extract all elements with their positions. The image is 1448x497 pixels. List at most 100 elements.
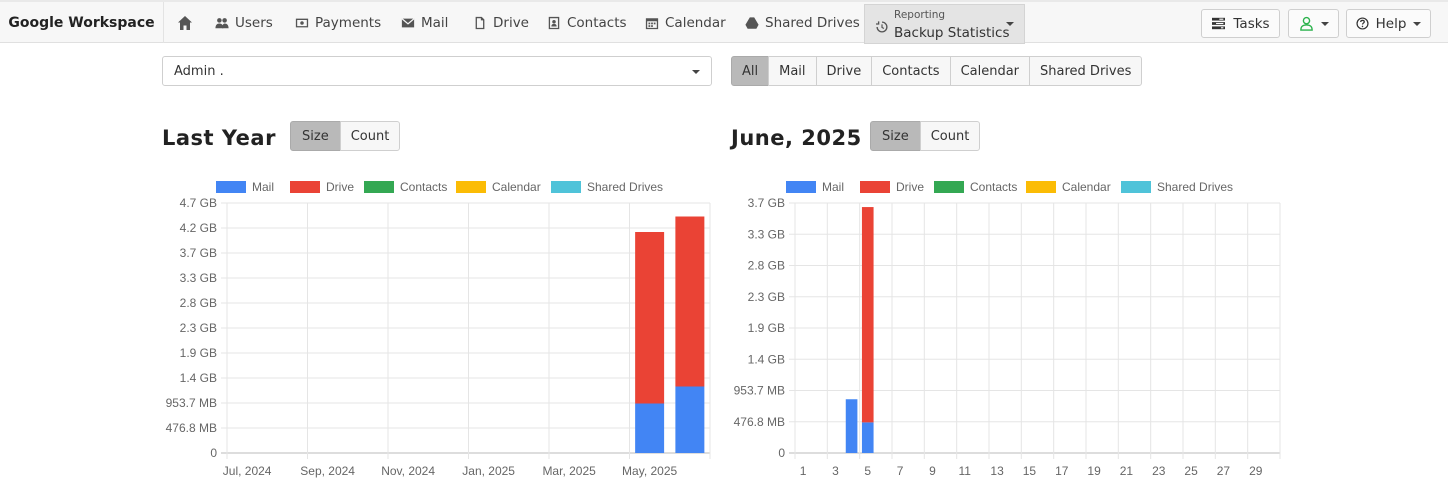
- help-label: Help: [1375, 15, 1407, 32]
- right-toggle-size[interactable]: Size: [870, 121, 921, 151]
- service-tab-shared-drives[interactable]: Shared Drives: [1029, 56, 1143, 86]
- reporting-label: Backup Statistics: [894, 25, 1010, 41]
- nav-home[interactable]: [177, 2, 193, 43]
- legend-label: Contacts: [970, 180, 1017, 194]
- x-tick-label: 21: [1120, 464, 1134, 478]
- y-tick-label: 1.9 GB: [180, 346, 217, 360]
- x-tick-label: 3: [832, 464, 839, 478]
- bar-drive: [861, 207, 874, 423]
- money-icon: [295, 18, 309, 27]
- left-metric-toggle: Size Count: [290, 121, 401, 151]
- nav-contacts[interactable]: Contacts: [547, 2, 627, 43]
- bar-mail: [675, 386, 705, 453]
- service-tab-all[interactable]: All: [731, 56, 770, 86]
- x-tick-label: 13: [990, 464, 1004, 478]
- y-tick-label: 4.7 GB: [180, 196, 217, 210]
- nav-payments-label: Payments: [315, 14, 382, 31]
- users-icon: [215, 17, 229, 28]
- help-button[interactable]: Help: [1346, 9, 1431, 38]
- x-tick-label: 9: [929, 464, 936, 478]
- y-tick-label: 953.7 MB: [734, 384, 785, 398]
- x-tick-label: Nov, 2024: [381, 464, 435, 478]
- tasks-button[interactable]: Tasks: [1201, 9, 1280, 38]
- reporting-caption: Reporting: [894, 9, 946, 21]
- y-tick-label: 4.2 GB: [180, 221, 217, 235]
- x-tick-label: 15: [1023, 464, 1037, 478]
- x-tick-label: 27: [1217, 464, 1231, 478]
- bar-drive: [675, 216, 705, 387]
- legend-label: Drive: [896, 180, 924, 194]
- nav-drive-label: Drive: [493, 14, 529, 31]
- legend-label: Shared Drives: [587, 180, 663, 194]
- legend-swatch: [860, 181, 890, 193]
- legend-label: Mail: [252, 180, 274, 194]
- nav-calendar[interactable]: Calendar: [645, 2, 726, 43]
- nav-payments[interactable]: Payments: [295, 2, 381, 43]
- user-menu-button[interactable]: [1288, 9, 1339, 38]
- legend-label: Contacts: [400, 180, 447, 194]
- y-tick-label: 1.4 GB: [180, 371, 217, 385]
- x-tick-label: Sep, 2024: [300, 464, 355, 478]
- nav-contacts-label: Contacts: [567, 14, 627, 31]
- nav-drive[interactable]: Drive: [473, 2, 529, 43]
- y-tick-label: 1.9 GB: [748, 321, 785, 335]
- top-navbar: Google Workspace Users Payments Mail Dri…: [0, 0, 1448, 44]
- legend-label: Calendar: [1062, 180, 1111, 194]
- left-chart-title: Last Year: [162, 126, 276, 150]
- legend-swatch: [290, 181, 320, 193]
- service-tab-contacts[interactable]: Contacts: [871, 56, 951, 86]
- bar-drive: [635, 232, 665, 404]
- x-tick-label: May, 2025: [622, 464, 677, 478]
- service-tab-calendar[interactable]: Calendar: [949, 56, 1031, 86]
- x-tick-label: 17: [1055, 464, 1069, 478]
- calendar-icon: [645, 17, 659, 29]
- legend-swatch: [364, 181, 394, 193]
- nav-shared-drives-label: Shared Drives: [765, 14, 860, 31]
- account-select-value: Admin .: [174, 63, 224, 79]
- legend-swatch: [1026, 181, 1056, 193]
- legend-swatch: [456, 181, 486, 193]
- y-tick-label: 2.8 GB: [748, 259, 785, 273]
- legend-label: Calendar: [492, 180, 541, 194]
- nav-mail-label: Mail: [421, 14, 449, 31]
- x-tick-label: 25: [1184, 464, 1198, 478]
- y-tick-label: 3.7 GB: [748, 196, 785, 210]
- help-icon: [1356, 17, 1369, 30]
- history-icon: [876, 21, 888, 33]
- nav-reporting-dropdown[interactable]: Reporting Backup Statistics: [864, 4, 1025, 44]
- service-tab-drive[interactable]: Drive: [815, 56, 873, 86]
- right-metric-toggle: Size Count: [870, 121, 981, 151]
- left-toggle-size[interactable]: Size: [290, 121, 341, 151]
- x-tick-label: Mar, 2025: [542, 464, 596, 478]
- nav-shared-drives[interactable]: Shared Drives: [745, 2, 860, 43]
- nav-users-label: Users: [235, 14, 273, 31]
- y-tick-label: 3.7 GB: [180, 246, 217, 260]
- last-year-chart: Mail Drive Contacts Calendar Shared Drives 0 4…: [166, 180, 711, 478]
- x-tick-label: Jan, 2025: [462, 464, 515, 478]
- legend-label: Drive: [326, 180, 354, 194]
- chevron-down-icon: [1320, 21, 1329, 26]
- tasks-label: Tasks: [1233, 15, 1270, 32]
- account-select[interactable]: Admin .: [162, 56, 712, 86]
- nav-users[interactable]: Users: [215, 2, 273, 43]
- home-icon: [178, 15, 192, 30]
- brand-title[interactable]: Google Workspace: [0, 2, 164, 43]
- y-tick-label: 953.7 MB: [166, 396, 217, 410]
- bar-mail: [845, 399, 858, 453]
- y-tick-label: 2.3 GB: [180, 321, 217, 335]
- user-icon: [1299, 16, 1313, 31]
- tasks-icon: [1212, 17, 1226, 30]
- nav-mail[interactable]: Mail: [401, 2, 448, 43]
- right-toggle-count[interactable]: Count: [919, 121, 981, 151]
- x-tick-label: 11: [959, 464, 972, 478]
- chevron-down-icon: [1413, 21, 1422, 26]
- legend-label: Shared Drives: [1157, 180, 1233, 194]
- left-toggle-count[interactable]: Count: [339, 121, 401, 151]
- y-tick-label: 0: [210, 446, 217, 460]
- y-tick-label: 476.8 MB: [166, 421, 217, 435]
- x-tick-label: 19: [1087, 464, 1101, 478]
- y-tick-label: 3.3 GB: [748, 227, 785, 241]
- y-tick-label: 2.8 GB: [180, 296, 217, 310]
- service-tab-mail[interactable]: Mail: [768, 56, 817, 86]
- legend-swatch: [934, 181, 964, 193]
